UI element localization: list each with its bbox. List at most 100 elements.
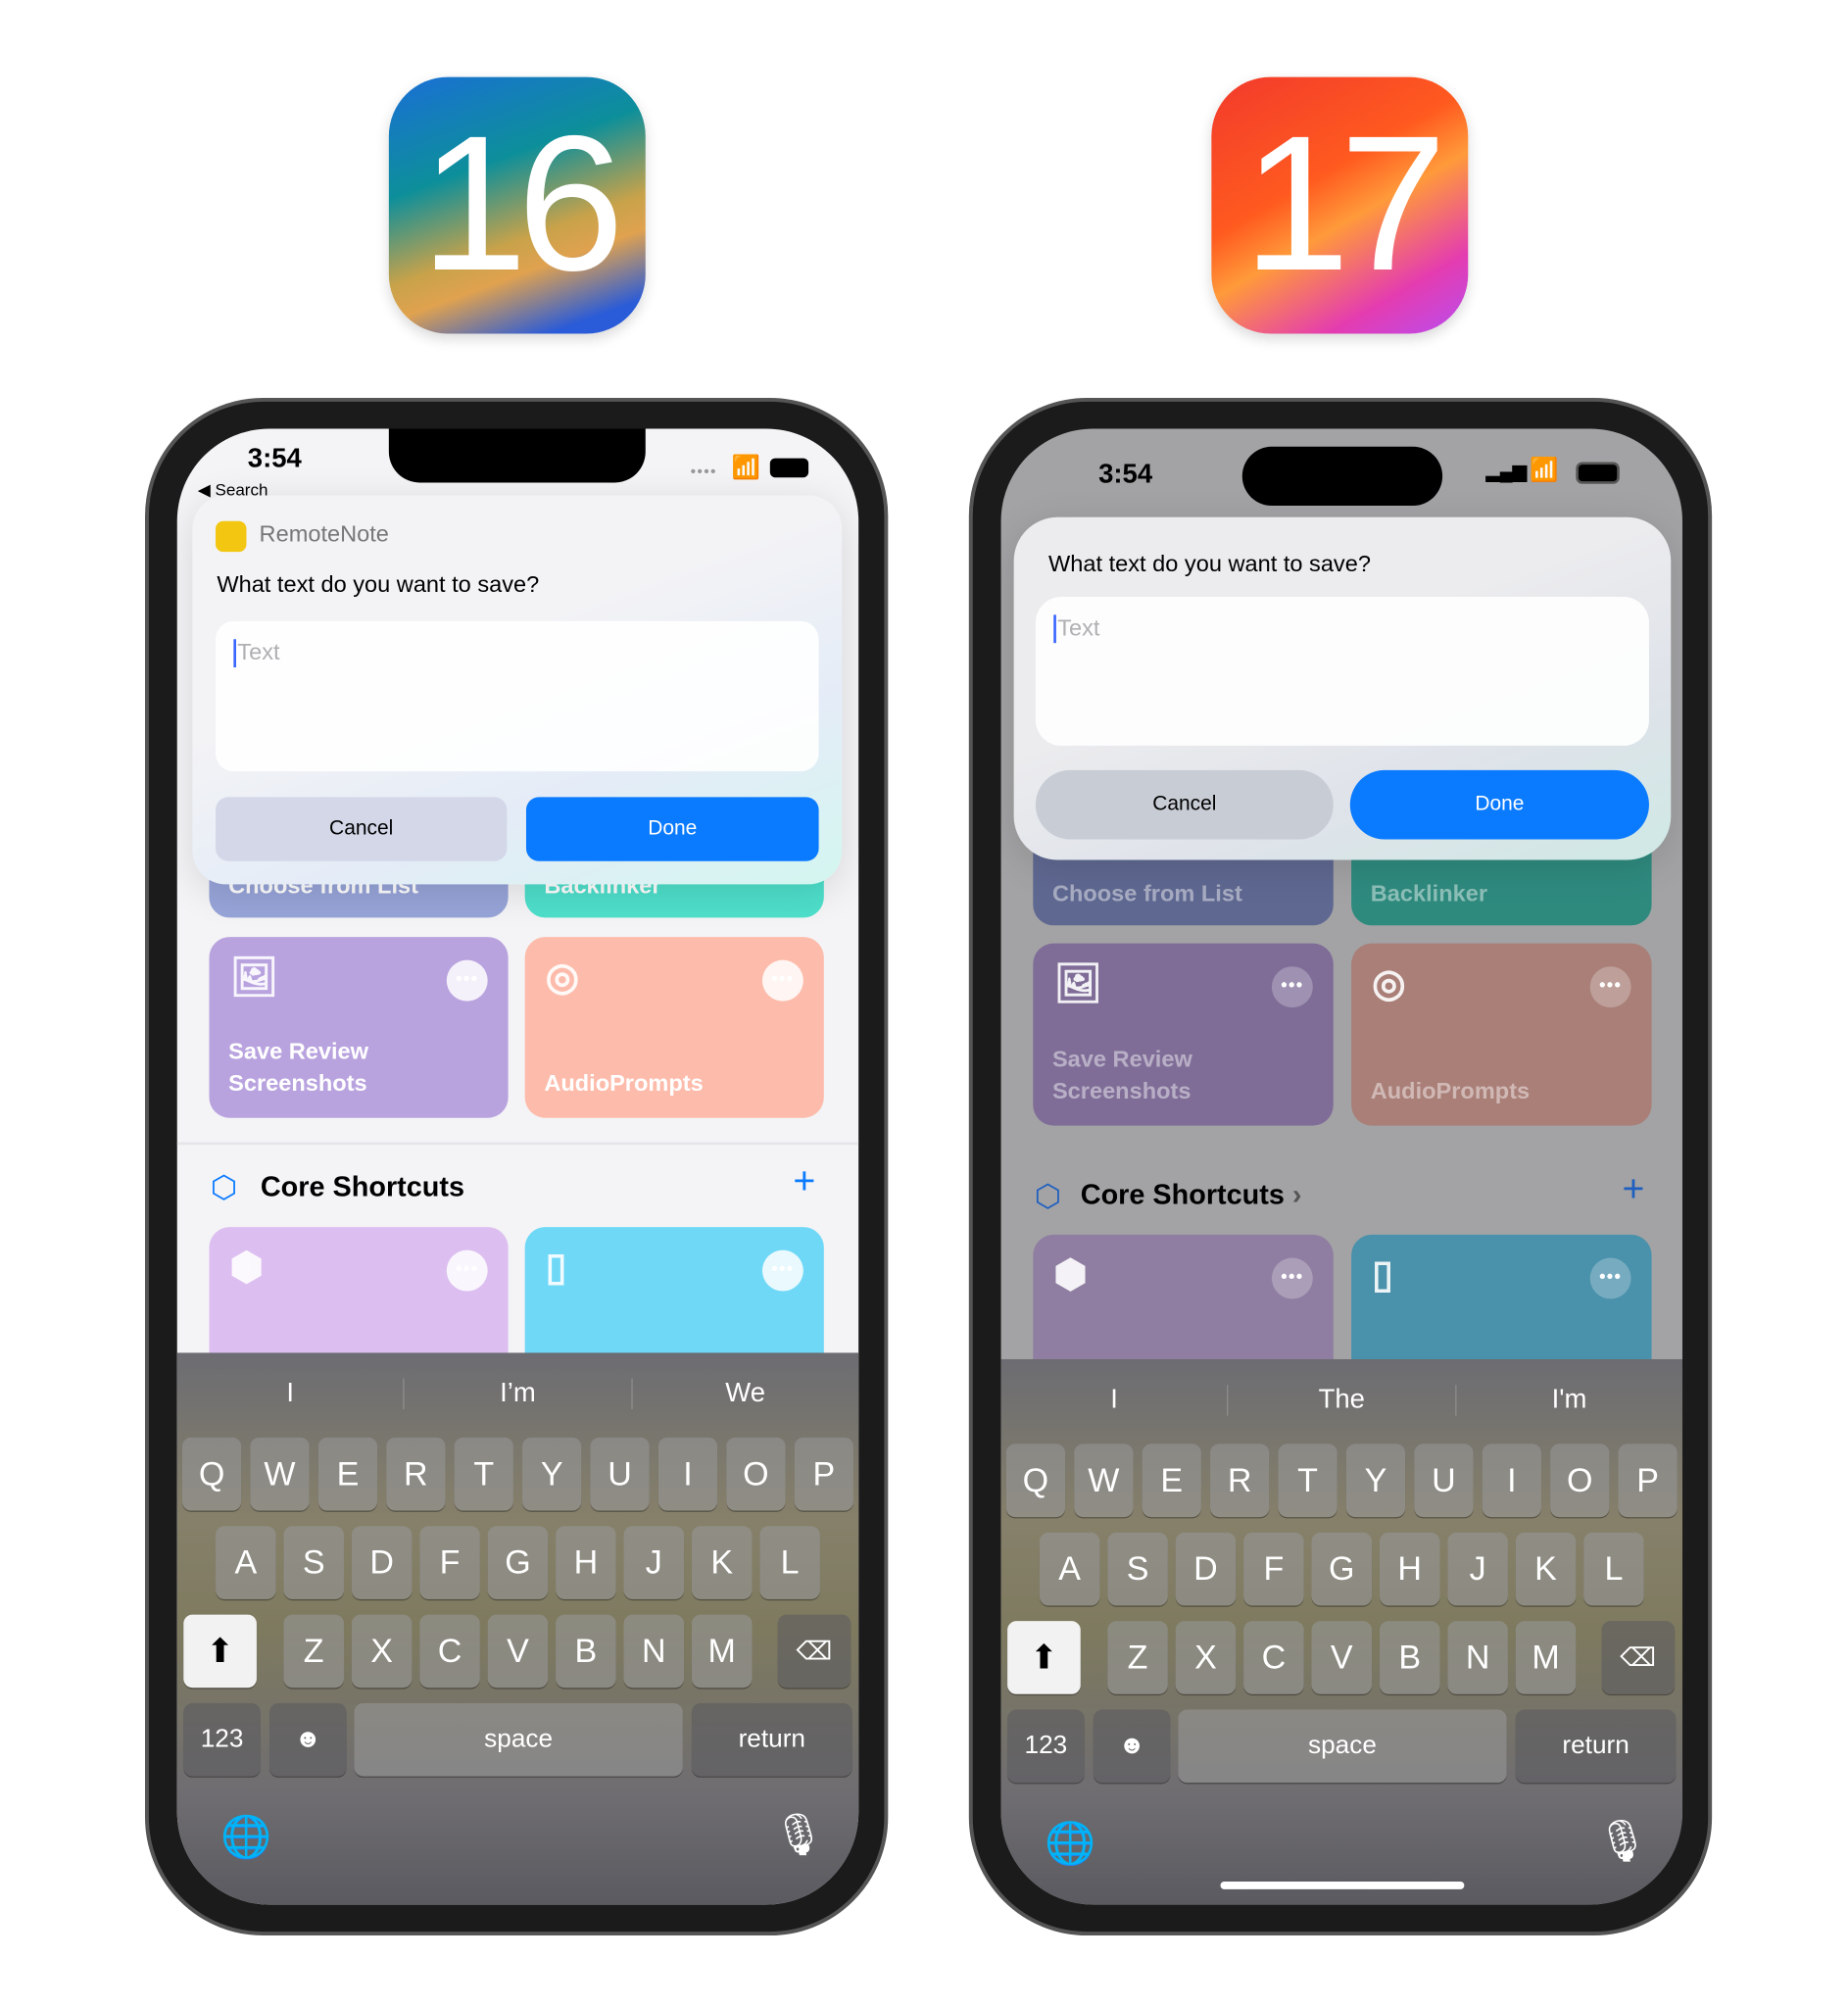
more-options-button[interactable]: ••• bbox=[1271, 1257, 1313, 1299]
key-k[interactable]: K bbox=[1516, 1532, 1576, 1606]
key-w[interactable]: W bbox=[1073, 1444, 1134, 1518]
key-e[interactable]: E bbox=[317, 1437, 378, 1511]
return-key[interactable]: return bbox=[691, 1702, 852, 1777]
key-j[interactable]: J bbox=[623, 1526, 684, 1599]
key-p[interactable]: P bbox=[1618, 1444, 1678, 1518]
done-button[interactable]: Done bbox=[1349, 769, 1649, 840]
key-l[interactable]: L bbox=[1583, 1532, 1644, 1606]
key-q[interactable]: Q bbox=[181, 1437, 242, 1511]
space-key[interactable]: space bbox=[354, 1702, 683, 1777]
suggestion[interactable]: I bbox=[1001, 1385, 1229, 1416]
key-h[interactable]: H bbox=[1380, 1532, 1440, 1606]
key-r[interactable]: R bbox=[1209, 1444, 1270, 1518]
key-b[interactable]: B bbox=[1380, 1621, 1440, 1694]
key-z[interactable]: Z bbox=[283, 1614, 344, 1689]
key-r[interactable]: R bbox=[385, 1437, 446, 1511]
key-s[interactable]: S bbox=[283, 1526, 344, 1599]
key-t[interactable]: T bbox=[454, 1437, 514, 1511]
more-options-button[interactable]: ••• bbox=[1589, 966, 1631, 1008]
key-t[interactable]: T bbox=[1278, 1444, 1338, 1518]
key-u[interactable]: U bbox=[1413, 1444, 1474, 1518]
suggestion[interactable]: I'm bbox=[1456, 1385, 1682, 1415]
delete-key[interactable]: ⌫ bbox=[777, 1614, 851, 1689]
more-options-button[interactable]: ••• bbox=[1589, 1257, 1631, 1299]
suggestion[interactable]: I bbox=[177, 1378, 405, 1410]
microphone-icon[interactable]: 🎙 bbox=[1596, 1816, 1648, 1865]
more-options-button[interactable]: ••• bbox=[761, 959, 803, 1002]
key-m[interactable]: M bbox=[692, 1614, 753, 1689]
key-b[interactable]: B bbox=[556, 1614, 616, 1689]
key-g[interactable]: G bbox=[1311, 1532, 1372, 1606]
key-c[interactable]: C bbox=[1243, 1621, 1304, 1694]
key-h[interactable]: H bbox=[556, 1526, 616, 1599]
globe-icon[interactable]: 🌐 bbox=[1045, 1819, 1095, 1868]
key-j[interactable]: J bbox=[1447, 1532, 1508, 1606]
microphone-icon[interactable]: 🎙 bbox=[772, 1810, 824, 1859]
key-o[interactable]: O bbox=[725, 1437, 786, 1511]
dynamic-island bbox=[1241, 446, 1443, 507]
numbers-key[interactable]: 123 bbox=[183, 1702, 261, 1777]
key-e[interactable]: E bbox=[1142, 1444, 1202, 1518]
section-title[interactable]: Core Shortcuts › bbox=[1081, 1178, 1302, 1211]
section-title[interactable]: Core Shortcuts bbox=[261, 1170, 464, 1203]
add-shortcut-button[interactable]: + bbox=[1622, 1168, 1644, 1212]
space-key[interactable]: space bbox=[1178, 1709, 1507, 1784]
text-input[interactable]: Text bbox=[216, 620, 819, 772]
key-o[interactable]: O bbox=[1549, 1444, 1610, 1518]
more-options-button[interactable]: ••• bbox=[446, 959, 488, 1002]
shift-key[interactable]: ⬆ bbox=[1007, 1621, 1081, 1694]
key-g[interactable]: G bbox=[488, 1526, 548, 1599]
key-m[interactable]: M bbox=[1516, 1621, 1576, 1694]
more-options-button[interactable]: ••• bbox=[446, 1249, 488, 1292]
key-d[interactable]: D bbox=[1176, 1532, 1236, 1606]
shortcut-tile[interactable]: ◎ ••• AudioPrompts bbox=[1351, 943, 1652, 1126]
key-n[interactable]: N bbox=[623, 1614, 684, 1689]
cancel-button[interactable]: Cancel bbox=[216, 797, 508, 861]
prompt-question: What text do you want to save? bbox=[217, 570, 540, 598]
key-i[interactable]: I bbox=[1482, 1444, 1542, 1518]
shortcut-tile[interactable]: 🖼 ••• Save Review Screenshots bbox=[209, 937, 509, 1118]
key-i[interactable]: I bbox=[657, 1437, 718, 1511]
keyboard-row: ⬆ ⌫ Z X C V B N M bbox=[177, 1614, 858, 1689]
numbers-key[interactable]: 123 bbox=[1007, 1709, 1085, 1784]
key-d[interactable]: D bbox=[352, 1526, 413, 1599]
key-k[interactable]: K bbox=[692, 1526, 753, 1599]
suggestion[interactable]: The bbox=[1229, 1385, 1457, 1416]
key-a[interactable]: A bbox=[1040, 1532, 1100, 1606]
delete-key[interactable]: ⌫ bbox=[1601, 1621, 1676, 1694]
key-u[interactable]: U bbox=[590, 1437, 651, 1511]
cancel-button[interactable]: Cancel bbox=[1035, 769, 1334, 840]
key-s[interactable]: S bbox=[1107, 1532, 1168, 1606]
return-key[interactable]: return bbox=[1515, 1709, 1677, 1784]
text-input[interactable]: Text bbox=[1035, 597, 1649, 746]
key-f[interactable]: F bbox=[1243, 1532, 1304, 1606]
key-x[interactable]: X bbox=[352, 1614, 413, 1689]
key-n[interactable]: N bbox=[1447, 1621, 1508, 1694]
more-options-button[interactable]: ••• bbox=[1271, 966, 1313, 1008]
key-v[interactable]: V bbox=[488, 1614, 548, 1689]
key-y[interactable]: Y bbox=[1345, 1444, 1406, 1518]
add-shortcut-button[interactable]: + bbox=[793, 1160, 815, 1204]
globe-icon[interactable]: 🌐 bbox=[220, 1812, 271, 1861]
key-q[interactable]: Q bbox=[1005, 1444, 1066, 1518]
done-button[interactable]: Done bbox=[525, 797, 819, 861]
key-a[interactable]: A bbox=[216, 1526, 276, 1599]
key-c[interactable]: C bbox=[419, 1614, 480, 1689]
key-l[interactable]: L bbox=[759, 1526, 820, 1599]
home-indicator[interactable] bbox=[1220, 1882, 1465, 1889]
more-options-button[interactable]: ••• bbox=[761, 1249, 803, 1292]
shortcut-tile[interactable]: ◎ ••• AudioPrompts bbox=[524, 937, 824, 1118]
key-v[interactable]: V bbox=[1311, 1621, 1372, 1694]
key-x[interactable]: X bbox=[1176, 1621, 1236, 1694]
shortcut-tile[interactable]: 🖼 ••• Save Review Screenshots bbox=[1033, 943, 1334, 1126]
suggestion[interactable]: I’m bbox=[405, 1378, 633, 1410]
key-p[interactable]: P bbox=[794, 1437, 854, 1511]
key-y[interactable]: Y bbox=[521, 1437, 582, 1511]
emoji-key[interactable]: ☻ bbox=[269, 1702, 347, 1777]
emoji-key[interactable]: ☻ bbox=[1093, 1709, 1171, 1784]
key-z[interactable]: Z bbox=[1107, 1621, 1168, 1694]
key-w[interactable]: W bbox=[250, 1437, 310, 1511]
shift-key[interactable]: ⬆ bbox=[183, 1614, 257, 1689]
key-f[interactable]: F bbox=[419, 1526, 480, 1599]
suggestion[interactable]: We bbox=[632, 1379, 858, 1409]
